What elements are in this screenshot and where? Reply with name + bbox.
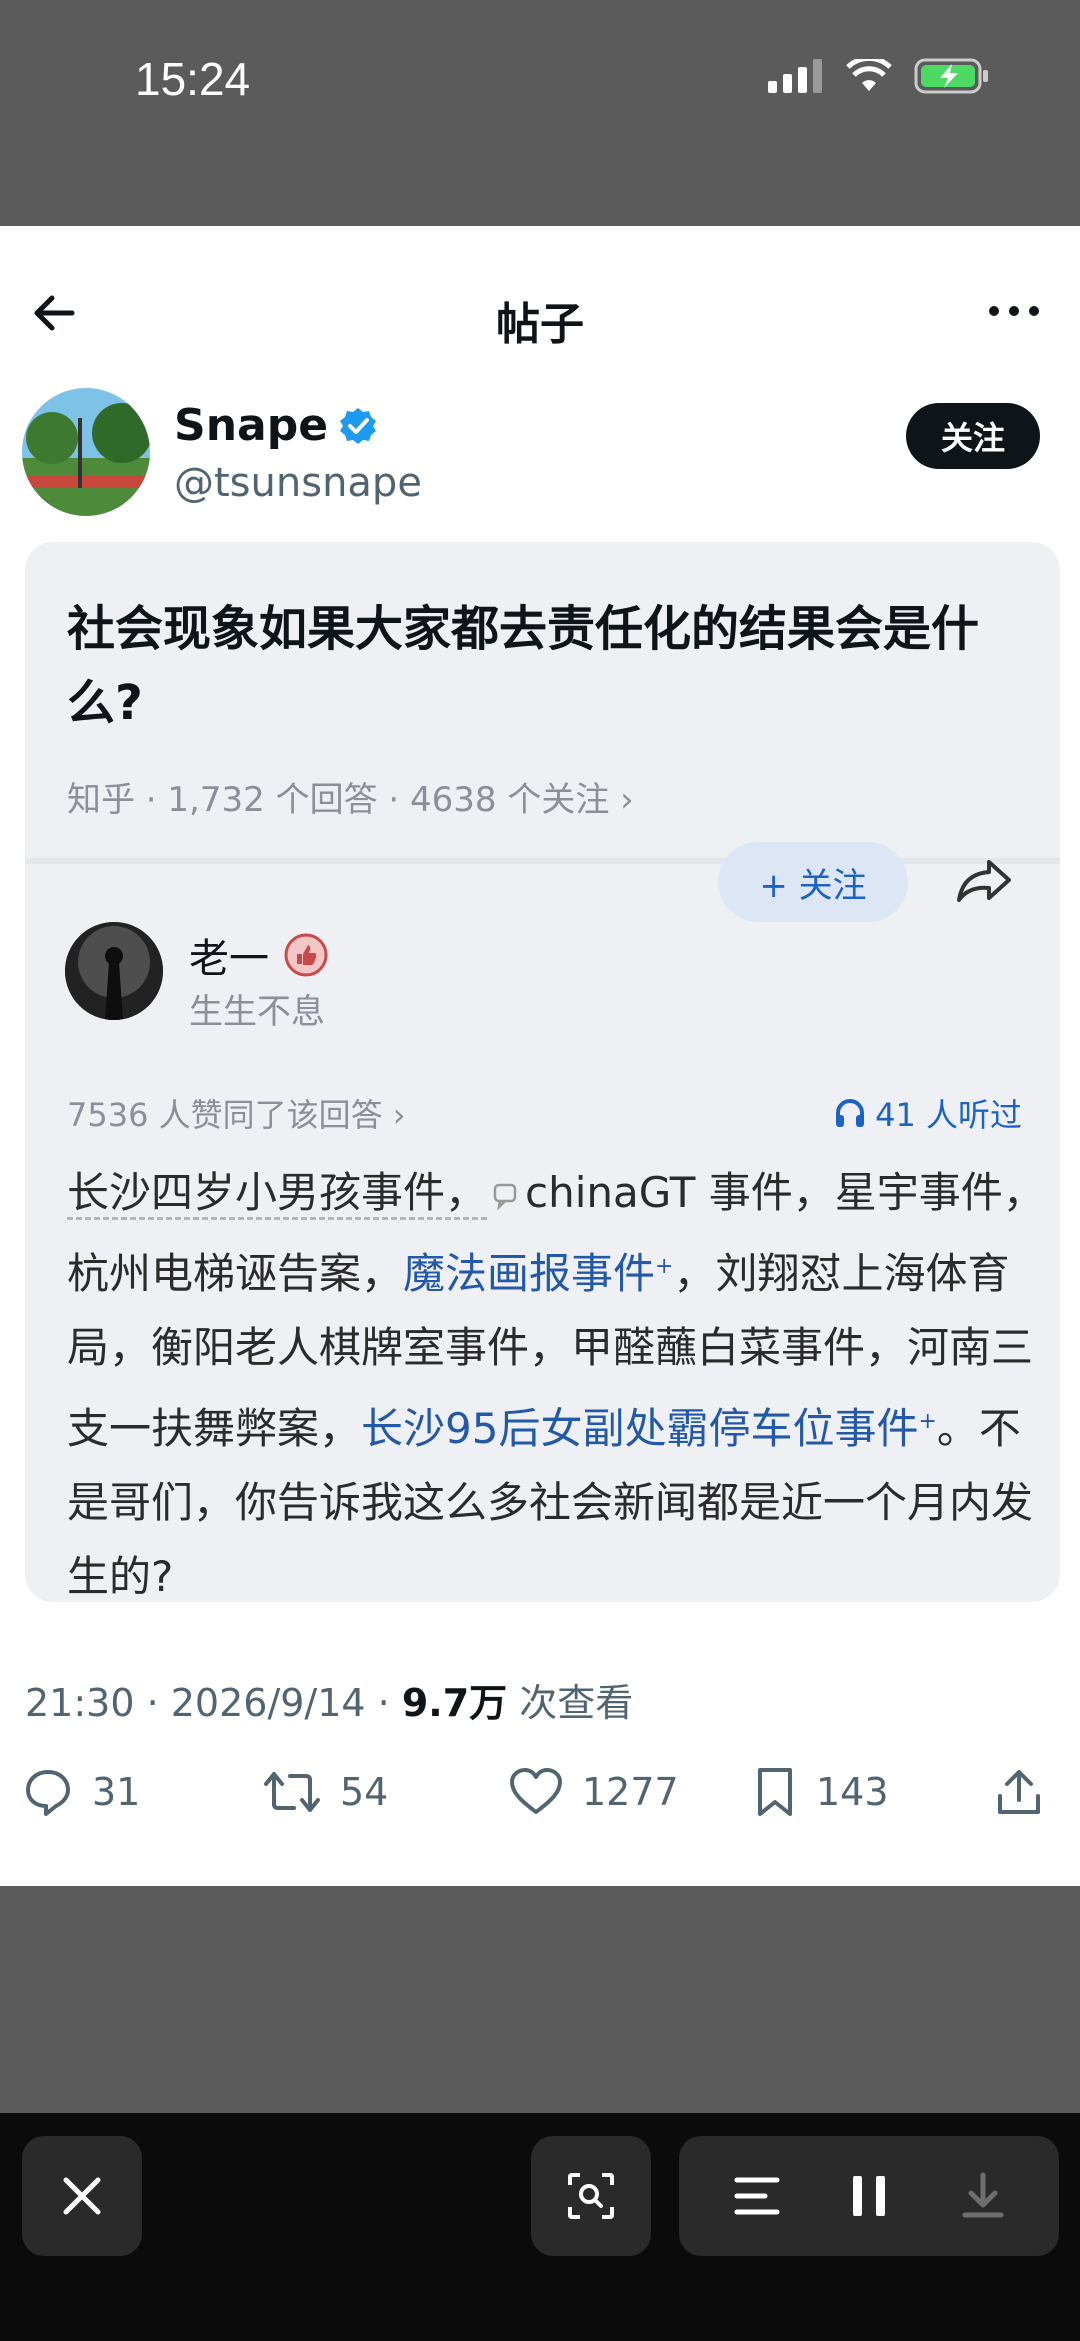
like-badge-icon bbox=[284, 933, 328, 977]
answerer-name-text: 老一 bbox=[189, 936, 269, 982]
battery-charging-icon bbox=[914, 58, 988, 94]
listened-text: 41 人听过 bbox=[875, 1096, 1022, 1134]
bookmark-icon bbox=[758, 1768, 792, 1816]
answer-link-2: 长沙95后女副处霸停车位事件 bbox=[361, 1404, 919, 1453]
reply-icon bbox=[26, 1770, 70, 1816]
media-controls bbox=[679, 2136, 1059, 2256]
post-author: Snape @tsunsnape 关注 bbox=[22, 388, 1062, 528]
embedded-image[interactable]: 社会现象如果大家都去责任化的结果会是什么? 知乎 · 1,732 个回答 · 4… bbox=[25, 542, 1060, 1602]
text-lines-icon[interactable] bbox=[733, 2174, 781, 2218]
status-icons bbox=[768, 58, 990, 94]
close-button[interactable] bbox=[22, 2136, 142, 2256]
signal-icon bbox=[768, 59, 822, 93]
post-screen: 帖子 Snape @tsunsnape 关注 社会现象如果大家都去责任化的结果会… bbox=[0, 226, 1080, 1886]
wifi-icon bbox=[846, 59, 892, 91]
answerer-row: 老一 生生不息 bbox=[65, 912, 1025, 1032]
divider bbox=[25, 858, 1060, 864]
bookmark-count: 143 bbox=[816, 1770, 889, 1814]
reply-button[interactable]: 31 bbox=[22, 1766, 140, 1818]
listened-count: 41 人听过 bbox=[833, 1090, 1022, 1136]
post-time: 21:30 · 2026/9/14 · bbox=[25, 1681, 402, 1725]
follow-button[interactable]: 关注 bbox=[906, 403, 1040, 469]
close-icon bbox=[63, 2177, 101, 2215]
answerer-follow-button: + 关注 bbox=[718, 842, 908, 922]
scan-button[interactable] bbox=[531, 2136, 651, 2256]
avatar[interactable] bbox=[22, 388, 150, 516]
link-2-mark: + bbox=[918, 1409, 937, 1434]
views-count: 9.7万 bbox=[401, 1681, 508, 1725]
verified-badge-icon bbox=[340, 407, 377, 444]
repost-icon bbox=[264, 1772, 320, 1812]
question-title: 社会现象如果大家都去责任化的结果会是什么? bbox=[67, 601, 980, 731]
top-nav: 帖子 bbox=[0, 226, 1080, 396]
headphones-icon bbox=[836, 1099, 865, 1127]
share-arrow-icon bbox=[957, 860, 1011, 902]
post-timestamp: 21:30 · 2026/9/14 · 9.7万 次查看 bbox=[25, 1672, 633, 1727]
reply-count: 31 bbox=[92, 1770, 141, 1814]
action-bar: 31 54 1277 143 bbox=[22, 1766, 1062, 1846]
question-meta: 知乎 · 1,732 个回答 · 4638 个关注 › bbox=[67, 780, 634, 820]
download-icon[interactable] bbox=[959, 2171, 1007, 2221]
scan-text-icon bbox=[568, 2173, 614, 2219]
comment-bubble-icon bbox=[493, 1183, 517, 1211]
like-count: 1277 bbox=[582, 1770, 679, 1814]
answerer-name: 老一 bbox=[189, 926, 329, 984]
pause-icon[interactable] bbox=[849, 2174, 889, 2218]
share-icon bbox=[998, 1770, 1040, 1814]
answer-link-1: 魔法画报事件 bbox=[403, 1249, 656, 1298]
answerer-subtitle: 生生不息 bbox=[189, 992, 325, 1032]
page-title: 帖子 bbox=[496, 299, 584, 350]
author-name-text: Snape bbox=[174, 400, 329, 451]
heart-icon bbox=[510, 1768, 562, 1814]
answer-body: 长沙四岁小男孩事件， chinaGT 事件，星宇事件，杭州电梯诬告案，魔法画报事件… bbox=[67, 1156, 1052, 1602]
status-bar: 15:24 bbox=[0, 0, 1080, 226]
answer-text-1: 长沙四岁小男孩事件， bbox=[67, 1168, 488, 1220]
like-button[interactable]: 1277 bbox=[508, 1766, 679, 1818]
repost-button[interactable]: 54 bbox=[262, 1766, 388, 1818]
author-name[interactable]: Snape bbox=[174, 400, 378, 451]
views-label: 次查看 bbox=[507, 1681, 634, 1725]
bookmark-button[interactable]: 143 bbox=[752, 1766, 889, 1818]
share-button[interactable] bbox=[994, 1766, 1044, 1818]
link-1-mark: + bbox=[655, 1254, 674, 1279]
more-options-icon[interactable] bbox=[984, 296, 1044, 326]
author-handle: @tsunsnape bbox=[174, 460, 422, 506]
agree-count: 7536 人赞同了该回答 › bbox=[67, 1096, 406, 1134]
repost-count: 54 bbox=[340, 1770, 389, 1814]
viewer-toolbar bbox=[0, 2113, 1080, 2341]
answerer-avatar bbox=[65, 922, 163, 1020]
status-time: 15:24 bbox=[135, 53, 251, 105]
